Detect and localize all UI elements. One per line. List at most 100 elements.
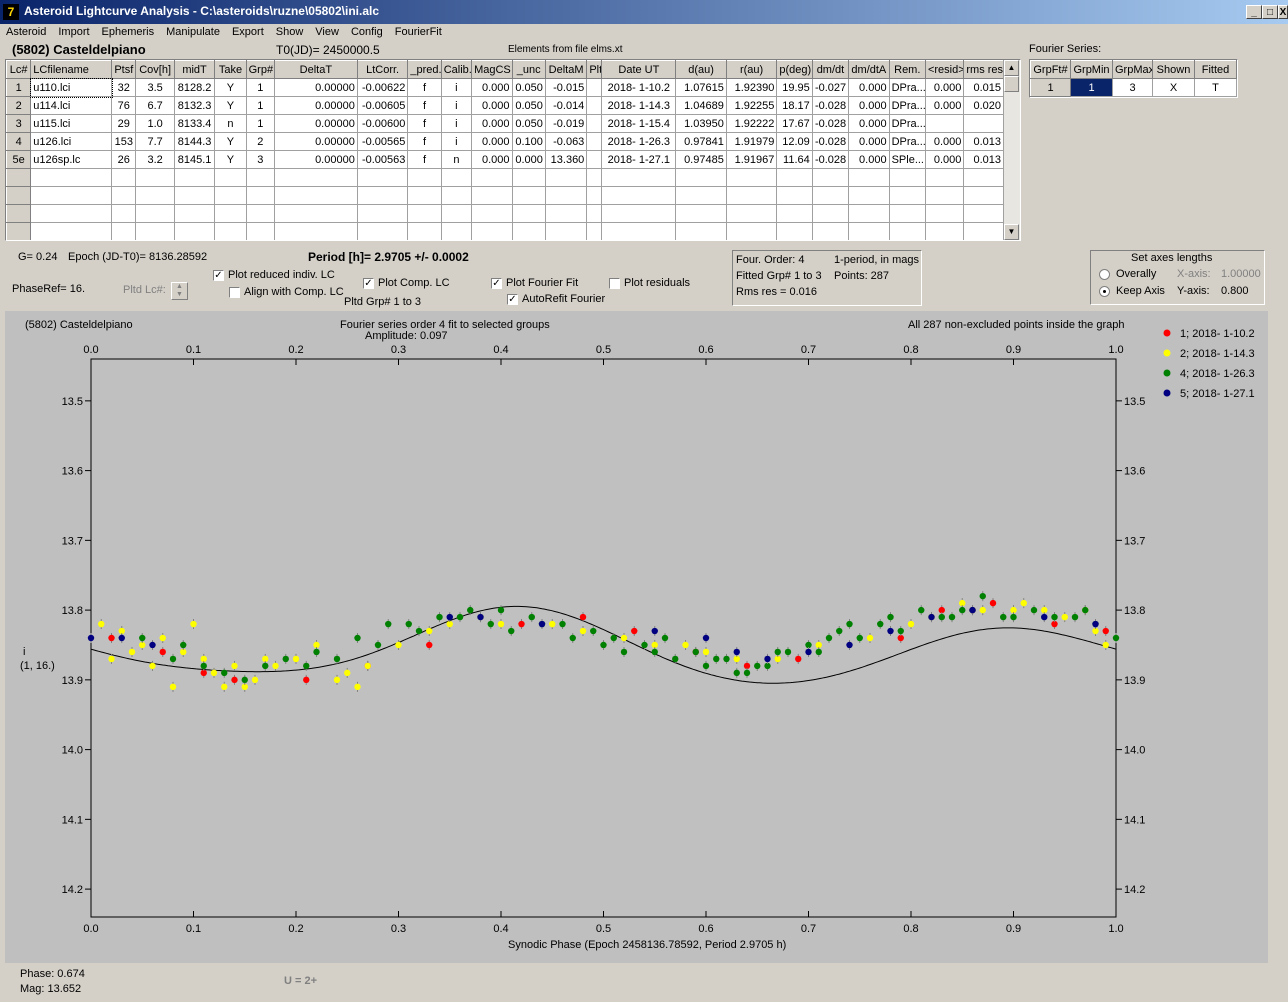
column-header[interactable]: Grp# — [245, 60, 275, 79]
table-cell[interactable]: 0.000 — [471, 96, 513, 115]
maximize-button[interactable]: □ — [1262, 5, 1278, 19]
pltd-lc-spinner[interactable]: ▲ ▼ — [171, 282, 188, 300]
data-point[interactable] — [231, 676, 238, 684]
table-cell[interactable]: 2018- 1-14.3 — [601, 96, 677, 115]
column-header[interactable]: Rem. — [888, 60, 926, 79]
table-cell[interactable]: 18.17 — [776, 96, 813, 115]
table-cell[interactable] — [30, 204, 113, 223]
table-cell[interactable]: 11.64 — [776, 150, 813, 169]
table-cell[interactable]: 0.015 — [963, 78, 1004, 97]
table-cell[interactable] — [725, 186, 778, 205]
table-cell[interactable]: i — [440, 96, 473, 115]
table-cell[interactable]: 0.00000 — [273, 150, 358, 169]
table-cell[interactable] — [135, 222, 175, 240]
data-point[interactable] — [221, 669, 228, 677]
table-cell[interactable]: 12.09 — [776, 132, 813, 151]
table-cell[interactable]: 0.97485 — [675, 150, 727, 169]
data-point[interactable] — [661, 634, 669, 642]
data-point[interactable] — [979, 592, 986, 600]
data-point[interactable] — [1061, 613, 1068, 621]
table-cell[interactable] — [811, 222, 850, 240]
data-point[interactable] — [231, 662, 238, 670]
data-point[interactable] — [918, 606, 925, 614]
data-point[interactable] — [836, 627, 843, 635]
table-cell[interactable]: Y — [214, 150, 247, 169]
table-cell[interactable] — [407, 204, 442, 223]
table-cell[interactable]: u114.lci — [30, 96, 113, 115]
data-point[interactable] — [959, 606, 966, 614]
data-point[interactable] — [743, 669, 751, 677]
table-cell[interactable]: 1.91979 — [725, 132, 778, 151]
scroll-up-icon[interactable]: ▲ — [1004, 60, 1019, 76]
data-point[interactable] — [405, 620, 412, 628]
data-point[interactable] — [190, 620, 197, 628]
table-row[interactable]: 1 u110.lci 32 3.5 8128.2 Y 1 0.00000 -0.00622 f i 0… — [6, 77, 1004, 98]
table-cell[interactable] — [776, 186, 813, 205]
data-point[interactable] — [702, 634, 710, 642]
data-point[interactable] — [590, 627, 597, 635]
data-point[interactable] — [303, 676, 310, 684]
table-cell[interactable] — [848, 186, 890, 205]
column-header[interactable]: Ptsf — [111, 60, 137, 79]
column-header[interactable]: LCfilename — [30, 60, 113, 79]
plot-comp-checkbox[interactable]: ✓ Plot Comp. LC — [363, 277, 450, 289]
data-point[interactable] — [487, 620, 494, 628]
empty-row[interactable] — [6, 186, 1004, 205]
table-cell[interactable]: 0.100 — [511, 132, 546, 151]
table-cell[interactable]: 2018- 1-27.1 — [601, 150, 677, 169]
table-cell[interactable] — [407, 168, 442, 187]
table-cell[interactable]: n — [214, 114, 247, 133]
table-cell[interactable]: i — [440, 132, 473, 151]
table-cell[interactable]: 3 — [245, 150, 275, 169]
table-cell[interactable] — [848, 204, 890, 223]
table-cell[interactable] — [30, 222, 113, 240]
table-cell[interactable]: 0.000 — [471, 132, 513, 151]
table-cell[interactable]: Y — [214, 132, 247, 151]
data-point[interactable] — [415, 627, 423, 635]
table-cell[interactable] — [214, 186, 247, 205]
column-header[interactable]: DeltaM — [544, 60, 588, 79]
table-cell[interactable]: f — [407, 132, 442, 151]
data-point[interactable] — [631, 627, 638, 635]
column-header[interactable]: Lc# — [6, 60, 32, 79]
data-point[interactable] — [1010, 613, 1017, 621]
table-cell[interactable] — [586, 168, 603, 187]
table-cell[interactable]: 1 — [245, 78, 275, 97]
table-cell[interactable]: 1.04689 — [675, 96, 727, 115]
table-cell[interactable] — [601, 168, 677, 187]
data-point[interactable] — [1030, 606, 1038, 614]
table-cell[interactable]: 0.000 — [471, 114, 513, 133]
data-point[interactable] — [733, 648, 740, 656]
data-point[interactable] — [108, 634, 115, 642]
data-point[interactable] — [774, 648, 781, 656]
table-cell[interactable]: -0.028 — [811, 150, 850, 169]
table-cell[interactable]: 0.000 — [848, 150, 890, 169]
table-cell[interactable] — [888, 168, 926, 187]
data-point[interactable] — [128, 648, 136, 656]
data-point[interactable] — [651, 648, 658, 656]
data-point[interactable] — [1041, 613, 1048, 621]
table-cell[interactable]: f — [407, 78, 442, 97]
data-point[interactable] — [846, 620, 853, 628]
table-cell[interactable]: n — [440, 150, 473, 169]
data-point[interactable] — [651, 627, 658, 635]
table-cell[interactable]: 0.00000 — [273, 132, 358, 151]
table-cell[interactable] — [811, 186, 850, 205]
data-point[interactable] — [579, 627, 587, 635]
table-cell[interactable] — [586, 150, 603, 169]
table-cell[interactable] — [511, 204, 546, 223]
keep-axis-radio[interactable]: Keep Axis — [1099, 285, 1165, 297]
column-header[interactable]: rms res — [963, 60, 1004, 79]
data-point[interactable] — [518, 620, 525, 628]
table-cell[interactable] — [544, 204, 588, 223]
table-cell[interactable]: -0.028 — [811, 96, 850, 115]
close-button[interactable]: X — [1278, 5, 1288, 19]
table-cell[interactable]: 2018- 1-15.4 — [601, 114, 677, 133]
table-cell[interactable] — [173, 186, 216, 205]
table-cell[interactable] — [273, 222, 358, 240]
data-point[interactable] — [846, 641, 853, 649]
table-cell[interactable]: 6.7 — [135, 96, 175, 115]
data-point[interactable] — [754, 662, 761, 670]
table-cell[interactable]: 1.0 — [135, 114, 175, 133]
table-cell[interactable]: -0.00565 — [356, 132, 409, 151]
